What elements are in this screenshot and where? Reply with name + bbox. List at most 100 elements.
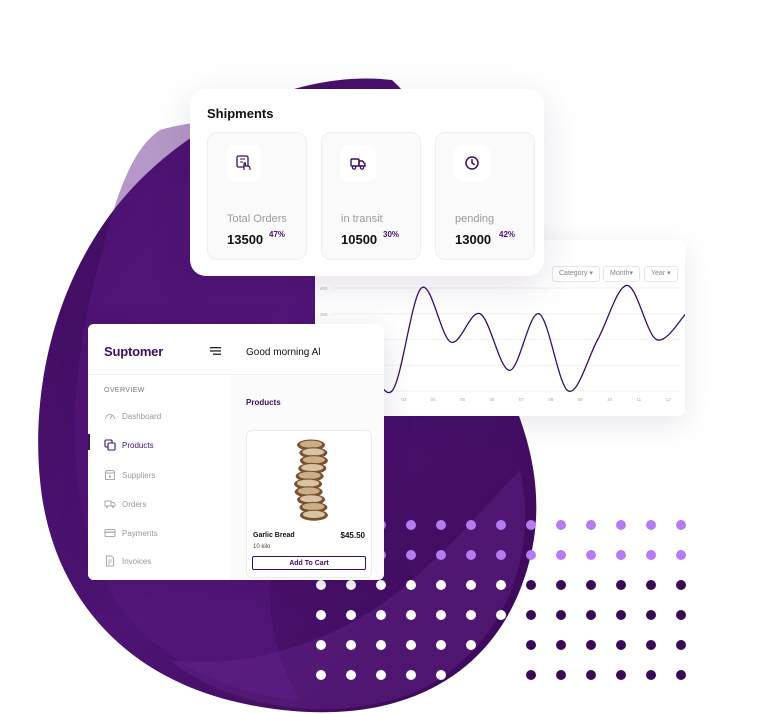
decorative-dot bbox=[586, 550, 596, 560]
decorative-dot bbox=[556, 610, 566, 620]
bread-crumb bbox=[302, 510, 325, 518]
decorative-dot bbox=[646, 670, 656, 680]
bread-crumb bbox=[300, 440, 322, 448]
sidebar-item-label: Suppliers bbox=[122, 470, 156, 480]
decorative-dot bbox=[346, 580, 356, 590]
decorative-dot bbox=[376, 610, 386, 620]
decorative-dot bbox=[616, 550, 626, 560]
sidebar: Suptomer OVERVIEW Dashboard Products Sup… bbox=[88, 324, 231, 580]
dashboard-window: Suptomer OVERVIEW Dashboard Products Sup… bbox=[88, 324, 384, 580]
x-tick-label: 10 bbox=[607, 397, 613, 402]
sidebar-item-label: Payments bbox=[122, 528, 158, 538]
decorative-dot bbox=[466, 640, 476, 650]
decorative-dot bbox=[556, 580, 566, 590]
bread-crumb bbox=[300, 495, 323, 503]
decorative-dot bbox=[646, 640, 656, 650]
decorative-dot bbox=[496, 610, 506, 620]
sidebar-item-orders[interactable]: Orders bbox=[104, 497, 146, 511]
sidebar-item-payments[interactable]: Payments bbox=[104, 526, 158, 540]
decorative-dot bbox=[496, 640, 506, 650]
y-tick-label: 300 bbox=[320, 312, 328, 317]
sidebar-item-label: Products bbox=[122, 440, 154, 450]
shipments-card: Shipments Total Orders 13500 47% in tran… bbox=[190, 89, 544, 276]
decorative-dot bbox=[586, 640, 596, 650]
decorative-dot bbox=[316, 610, 326, 620]
decorative-dot bbox=[376, 640, 386, 650]
x-tick-label: 05 bbox=[460, 397, 466, 402]
stat-percent: 42% bbox=[499, 230, 516, 239]
decorative-dot bbox=[586, 670, 596, 680]
x-tick-label: 04 bbox=[431, 397, 437, 402]
decorative-dot bbox=[556, 550, 566, 560]
x-tick-label: 07 bbox=[519, 397, 525, 402]
bread-crumb bbox=[298, 471, 321, 479]
sidebar-item-suppliers[interactable]: Suppliers bbox=[104, 468, 155, 482]
x-tick-label: 08 bbox=[548, 397, 554, 402]
decorative-dot bbox=[466, 580, 476, 590]
decorative-dot bbox=[496, 520, 506, 530]
decorative-dot bbox=[646, 550, 656, 560]
decorative-dot bbox=[346, 670, 356, 680]
decorative-dot bbox=[406, 610, 416, 620]
sidebar-item-label: Dashboard bbox=[122, 411, 162, 421]
decorative-dot bbox=[646, 580, 656, 590]
stat-label: pending bbox=[455, 213, 495, 225]
decorative-dot bbox=[436, 670, 446, 680]
decorative-dot bbox=[376, 670, 386, 680]
bread-crumb bbox=[297, 479, 320, 487]
x-tick-label: 03 bbox=[401, 397, 407, 402]
decorative-dot bbox=[616, 670, 626, 680]
decorative-dot bbox=[436, 640, 446, 650]
active-nav-indicator bbox=[88, 434, 90, 450]
products-copy-icon bbox=[104, 439, 116, 451]
hamburger-menu-icon[interactable] bbox=[210, 347, 221, 355]
decorative-dot bbox=[526, 640, 536, 650]
sidebar-item-products[interactable]: Products bbox=[104, 438, 154, 452]
truck-icon bbox=[340, 145, 376, 181]
bread-crumb bbox=[302, 448, 325, 456]
decorative-dot bbox=[616, 610, 626, 620]
suppliers-store-icon bbox=[104, 469, 116, 481]
sidebar-item-invoices[interactable]: Invoices bbox=[104, 554, 151, 568]
sidebar-item-dashboard[interactable]: Dashboard bbox=[104, 409, 161, 423]
decorative-dot bbox=[466, 550, 476, 560]
decorative-dot bbox=[556, 640, 566, 650]
clock-icon bbox=[454, 145, 490, 181]
touch-screen-icon bbox=[226, 145, 262, 181]
decorative-dot bbox=[496, 550, 506, 560]
decorative-dot bbox=[496, 670, 506, 680]
x-tick-label: 06 bbox=[489, 397, 495, 402]
decorative-dot bbox=[406, 550, 416, 560]
garlic-bread-image bbox=[294, 439, 328, 521]
decorative-dot bbox=[316, 640, 326, 650]
decorative-dot bbox=[346, 610, 356, 620]
decorative-dot bbox=[526, 550, 536, 560]
payments-card-icon bbox=[104, 527, 116, 539]
stat-percent: 30% bbox=[383, 230, 400, 239]
stat-card-pending: pending 13000 42% bbox=[435, 132, 535, 260]
decorative-dot bbox=[316, 670, 326, 680]
add-to-cart-button[interactable]: Add To Cart bbox=[252, 556, 366, 570]
shipments-title: Shipments bbox=[207, 106, 274, 121]
section-label-overview: OVERVIEW bbox=[104, 387, 145, 394]
stat-card-in-transit: in transit 10500 30% bbox=[321, 132, 421, 260]
x-tick-label: 09 bbox=[578, 397, 584, 402]
decorative-dot bbox=[676, 610, 686, 620]
x-tick-label: 11 bbox=[637, 397, 642, 402]
decorative-dot bbox=[586, 580, 596, 590]
decorative-dot bbox=[466, 670, 476, 680]
stat-value: 13000 bbox=[455, 232, 492, 247]
stat-value: 10500 bbox=[341, 232, 378, 247]
products-section-title: Products bbox=[246, 398, 281, 407]
orders-truck-icon bbox=[104, 498, 116, 510]
sidebar-divider bbox=[88, 374, 230, 375]
product-card[interactable]: Garlic Bread $45.50 10 kilo Add To Cart bbox=[246, 430, 372, 578]
stat-percent: 47% bbox=[269, 230, 286, 239]
brand-logo: Suptomer bbox=[104, 344, 164, 359]
decorative-dot bbox=[316, 580, 326, 590]
decorative-dot bbox=[406, 520, 416, 530]
decorative-dot bbox=[406, 580, 416, 590]
decorative-dot bbox=[616, 520, 626, 530]
main-content: Good morning Al Products Garlic Bread $4… bbox=[230, 324, 384, 580]
decorative-dot bbox=[436, 580, 446, 590]
